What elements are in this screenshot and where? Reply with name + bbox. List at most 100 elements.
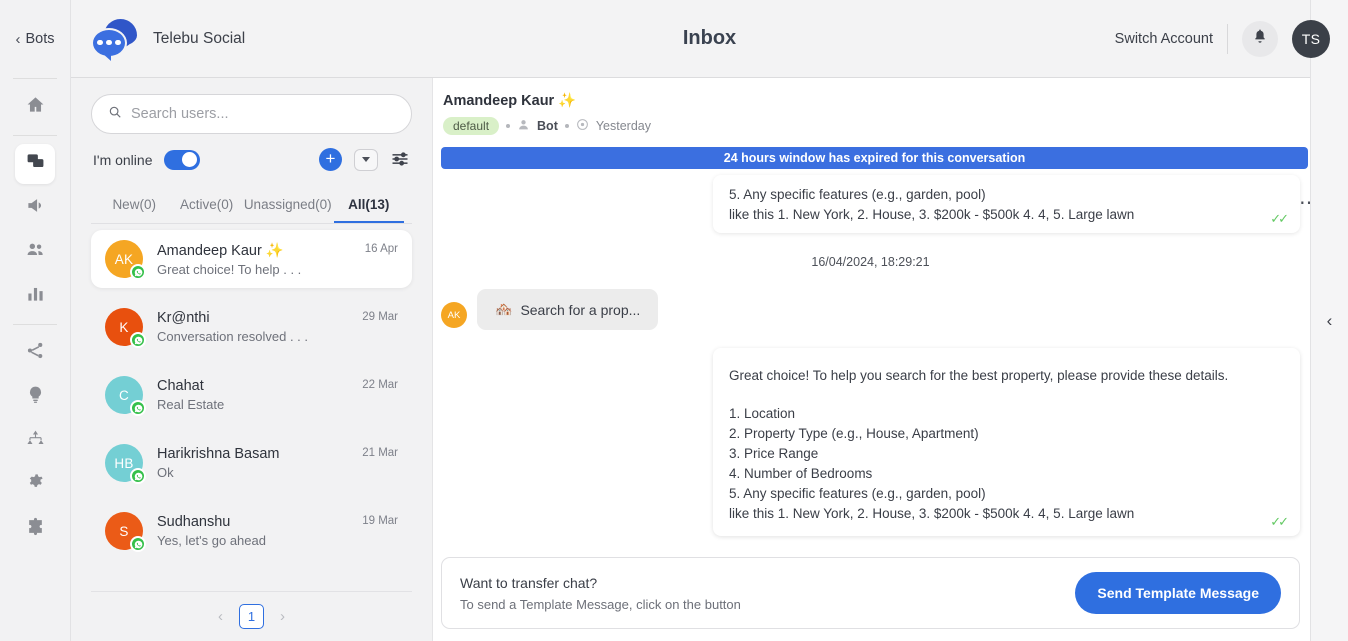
- filter-button[interactable]: [390, 149, 412, 171]
- panel-body: I'm online + New(0)Active(0)Unassigned(0…: [71, 0, 1348, 641]
- meta-dot-2: [564, 124, 569, 128]
- list-item-date: 29 Mar: [362, 311, 398, 323]
- sidebar-item-insights[interactable]: [15, 377, 55, 417]
- app-header: Telebu Social Inbox Switch Account TS: [71, 0, 1348, 78]
- whatsapp-icon: [130, 468, 146, 484]
- double-check-icon: ✓✓: [1270, 514, 1289, 529]
- message-line: 1. Location: [729, 406, 796, 421]
- pagination-page-1[interactable]: 1: [239, 604, 264, 629]
- icon-rail: ‹ Bots: [0, 0, 70, 641]
- conversation-list[interactable]: AK Amandeep Kaur ✨ Great choice! To help…: [71, 224, 432, 591]
- transfer-subtitle: To send a Template Message, click on the…: [460, 596, 741, 612]
- whatsapp-icon: [130, 332, 146, 348]
- sidebar-item-broadcast[interactable]: [15, 188, 55, 228]
- pagination-prev[interactable]: ‹: [218, 608, 223, 625]
- add-conversation-button[interactable]: +: [319, 148, 342, 171]
- message-line: 5. Any specific features (e.g., garden, …: [729, 486, 986, 501]
- sidebar-item-flows[interactable]: [15, 421, 55, 461]
- rail-group-primary: [0, 79, 70, 135]
- list-item-preview: Great choice! To help . . .: [157, 261, 302, 277]
- brand: Telebu Social: [91, 18, 246, 61]
- message-timestamp: 16/04/2024, 18:29:21: [811, 255, 930, 269]
- conversation-sidebar: I'm online + New(0)Active(0)Unassigned(0…: [71, 78, 433, 641]
- online-toggle[interactable]: [164, 149, 201, 170]
- home-icon: [26, 95, 45, 119]
- search-icon: [108, 105, 122, 124]
- switch-account-button[interactable]: Switch Account: [1115, 31, 1213, 47]
- notifications-button[interactable]: [1242, 20, 1278, 57]
- chevron-left-icon: ‹: [15, 30, 21, 48]
- list-item-body: Harikrishna Basam Ok: [157, 446, 348, 480]
- message-line: 3. Price Range: [729, 446, 819, 461]
- list-item[interactable]: C Chahat Real Estate 22 Mar: [91, 366, 412, 424]
- sidebar-item-settings[interactable]: [15, 465, 55, 505]
- message-bubble-bot: Great choice! To help you search for the…: [713, 348, 1340, 536]
- chat-contact-name: Amandeep Kaur ✨: [443, 93, 577, 109]
- sidebar-item-analytics[interactable]: [15, 276, 55, 316]
- brand-name: Telebu Social: [153, 29, 246, 47]
- message-intro: Great choice! To help you search for the…: [729, 368, 1229, 383]
- back-to-bots-button[interactable]: ‹ Bots: [0, 0, 70, 78]
- online-label: I'm online: [93, 151, 153, 168]
- search-input[interactable]: [131, 106, 395, 122]
- megaphone-icon: [26, 196, 45, 220]
- list-item-body: Chahat Real Estate: [157, 378, 348, 412]
- bell-icon: [1252, 28, 1268, 49]
- sidebar-item-apps[interactable]: [15, 509, 55, 549]
- status-badge: default: [443, 117, 500, 135]
- users-icon: [26, 240, 45, 264]
- message-line: 2. Property Type (e.g., House, Apartment…: [729, 426, 979, 441]
- avatar: S: [105, 512, 146, 552]
- rail-group-secondary: [0, 325, 70, 557]
- sidebar-item-chat[interactable]: [15, 144, 55, 184]
- collapse-right-panel-button[interactable]: ‹: [1310, 0, 1348, 641]
- chevron-left-icon: ‹: [1326, 310, 1333, 330]
- list-item-preview: Ok: [157, 465, 174, 480]
- list-item-date: 22 Mar: [362, 379, 398, 391]
- clock-icon: [576, 118, 589, 134]
- list-item[interactable]: AK Amandeep Kaur ✨ Great choice! To help…: [91, 230, 412, 288]
- chat-meta: default Bot Yesterday: [443, 117, 1326, 135]
- sidebar-item-integrations[interactable]: [15, 333, 55, 373]
- tab-0[interactable]: New(0): [99, 191, 169, 223]
- tab-1[interactable]: Active(0): [171, 191, 241, 223]
- message-line: like this 1. New York, 2. House, 3. $200…: [729, 506, 1135, 521]
- list-item[interactable]: K Kr@nthi Conversation resolved . . . 29…: [91, 298, 412, 356]
- sidebar-item-home[interactable]: [15, 87, 55, 127]
- sort-dropdown-button[interactable]: [354, 148, 378, 171]
- list-item[interactable]: S Sudhanshu Yes, let's go ahead 19 Mar: [91, 502, 412, 560]
- puzzle-icon: [26, 517, 45, 541]
- tab-2[interactable]: Unassigned(0): [244, 191, 332, 223]
- chat-assignee: Bot: [537, 119, 558, 133]
- search-box[interactable]: [91, 94, 412, 134]
- house-emoji-icon: 🏘️: [495, 301, 513, 317]
- chevron-down-icon: [362, 157, 370, 162]
- list-item-date: 19 Mar: [362, 515, 398, 527]
- search-wrapper: [71, 78, 432, 134]
- list-item-name: Amandeep Kaur ✨: [157, 242, 284, 259]
- list-item-body: Sudhanshu Yes, let's go ahead: [157, 514, 348, 548]
- avatar: C: [105, 376, 146, 416]
- whatsapp-icon: [130, 264, 146, 280]
- send-template-message-button[interactable]: Send Template Message: [1075, 572, 1281, 614]
- online-status-row: I'm online +: [71, 134, 432, 177]
- message-list: 5. Any specific features (e.g., garden, …: [433, 169, 1348, 549]
- sliders-icon: [390, 151, 410, 173]
- expiry-banner: 24 hours window has expired for this con…: [441, 147, 1308, 169]
- avatar: K: [105, 308, 146, 348]
- transfer-title: Want to transfer chat?: [460, 574, 598, 591]
- gear-icon: [26, 473, 45, 497]
- tab-3[interactable]: All(13): [333, 191, 405, 223]
- avatar: AK: [441, 302, 467, 328]
- main-panel: Telebu Social Inbox Switch Account TS Se…: [70, 0, 1348, 641]
- message-line: 5. Any specific features (e.g., garden, …: [729, 187, 986, 202]
- meta-dot-1: [506, 124, 511, 128]
- chat-icon: [26, 152, 45, 176]
- pagination-next[interactable]: ›: [280, 608, 285, 625]
- user-avatar[interactable]: TS: [1292, 19, 1330, 58]
- list-item[interactable]: HB Harikrishna Basam Ok 21 Mar: [91, 434, 412, 492]
- chat-header: Amandeep Kaur ✨ default Bot Yesterday: [433, 78, 1348, 143]
- sidebar-item-contacts[interactable]: [15, 232, 55, 272]
- person-icon: [517, 118, 530, 134]
- share-network-icon: [26, 341, 45, 365]
